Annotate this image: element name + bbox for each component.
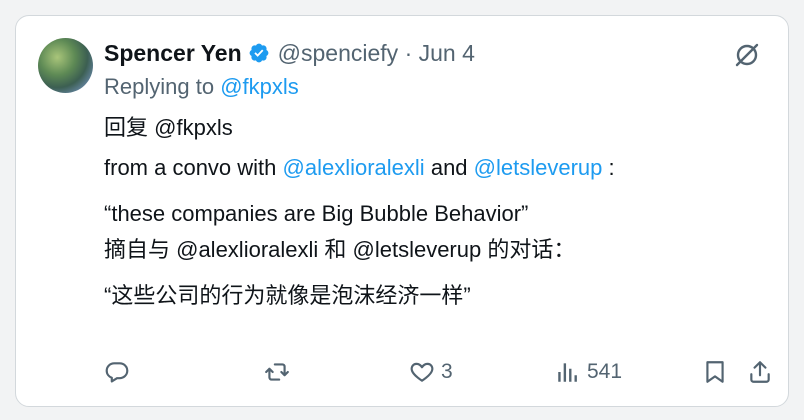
reply-button[interactable] [104,354,130,390]
replying-to: Replying to @fkpxls [104,74,299,100]
avatar[interactable] [38,38,93,93]
body-line-convo: from a convo with @alexlioralexli and @l… [104,152,764,184]
share-icon [750,361,770,383]
author-name[interactable]: Spencer Yen [104,40,242,67]
grok-icon[interactable] [732,40,762,70]
zh-reply-prefix: 回复 [104,115,149,140]
like-button[interactable]: 3 [409,354,453,390]
retweet-icon [265,363,289,381]
author-handle[interactable]: @spenciefy [278,40,399,66]
reply-icon [105,362,129,383]
tweet-header: Spencer Yen @spenciefy · Jun 4 [104,38,475,68]
bookmark-icon [706,361,724,383]
replying-to-handle[interactable]: @fkpxls [220,74,299,99]
action-bar: 3 541 [104,354,770,390]
tweet-date[interactable]: Jun 4 [419,40,475,66]
quote-zh: “这些公司的行为就像是泡沫经济一样” [104,283,471,308]
like-count: 3 [441,360,453,383]
mention-link[interactable]: @letsleverup [474,155,603,180]
separator-dot: · [404,39,413,66]
zh-reply-handle: @fkpxls [154,115,233,140]
heart-icon [410,362,434,382]
verified-badge-icon[interactable] [248,42,270,64]
share-button[interactable] [747,354,773,390]
zh-convo-line: 摘自与 @alexlioralexli 和 @letsleverup 的对话： [104,237,576,262]
and-word: and [430,155,468,180]
colon: : [608,155,615,180]
tweet-body: 回复 @fkpxls from a convo with @alexlioral… [104,112,764,312]
bookmark-button[interactable] [702,354,728,390]
tweet-card[interactable]: Spencer Yen @spenciefy · Jun 4 Replying … [15,15,789,407]
quote-en: “these companies are Big Bubble Behavior… [104,201,529,226]
body-line-zh-reply: 回复 @fkpxls [104,112,764,144]
views-button[interactable]: 541 [555,354,622,390]
views-count: 541 [587,360,623,383]
handle-date: @spenciefy · Jun 4 [278,40,475,67]
views-icon [558,363,577,382]
convo-prefix: from a convo with [104,155,277,180]
mention-link[interactable]: @alexlioralexli [283,155,425,180]
replying-prefix: Replying to [104,74,215,99]
retweet-button[interactable] [264,354,290,390]
